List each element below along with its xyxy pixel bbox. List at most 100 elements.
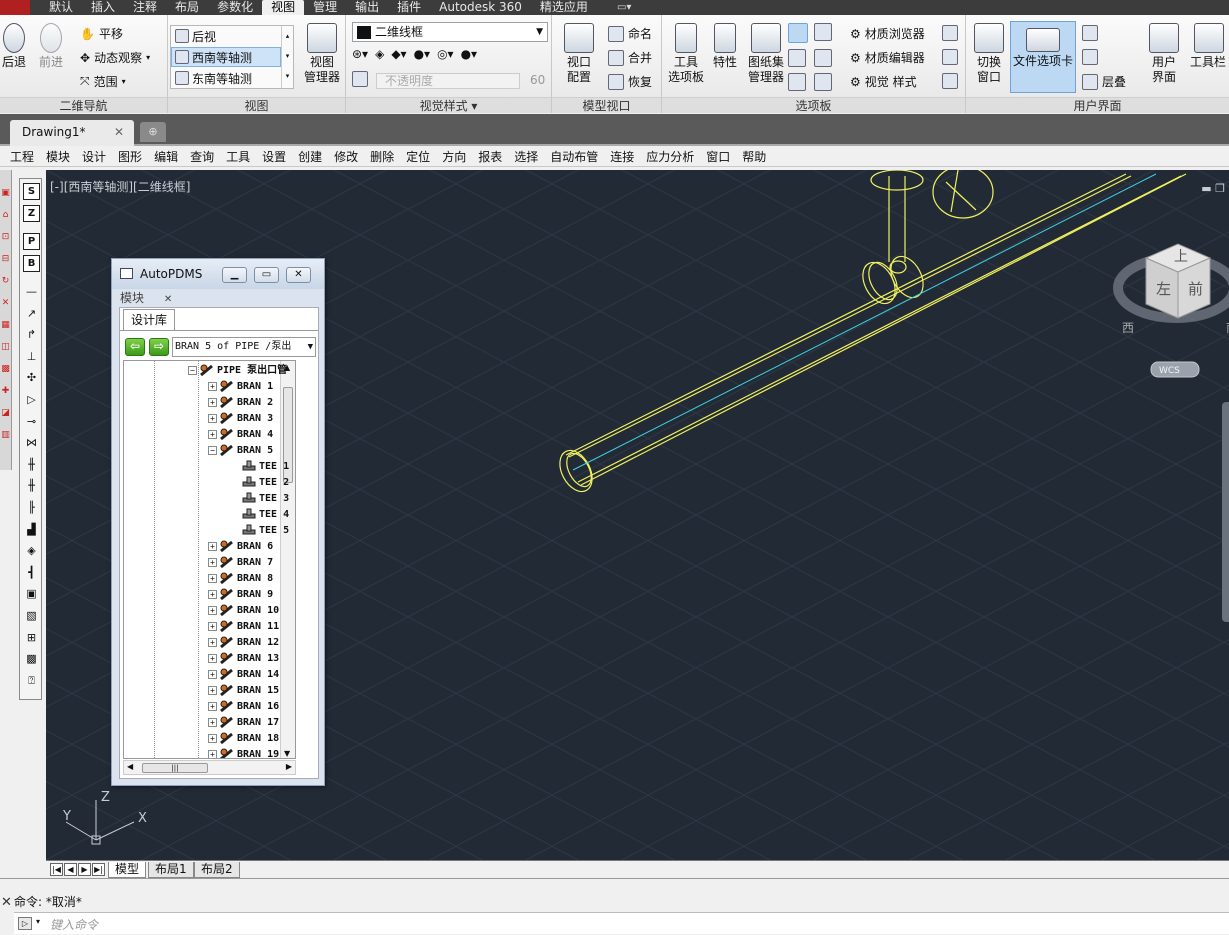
pan-button[interactable]: ✋ 平移 <box>80 25 123 42</box>
pipe-tool-icon[interactable]: ⊞ <box>23 629 40 646</box>
menu-item[interactable]: 定位 <box>400 149 436 166</box>
pipe-tool-icon[interactable]: ┫ <box>23 564 40 581</box>
lighting-icon[interactable]: ●▾ <box>414 47 431 61</box>
forward-button[interactable]: 前进 <box>36 23 66 70</box>
orbit-button[interactable]: ✥ 动态观察 ▾ <box>80 49 150 66</box>
ribbon-tab[interactable]: 插入 <box>82 0 124 15</box>
tree-horizontal-scrollbar[interactable]: ◀ ||| ▶ <box>123 760 296 775</box>
palette-extra-icon-2[interactable] <box>942 49 958 65</box>
expand-icon[interactable]: + <box>208 717 217 727</box>
element-selector[interactable]: BRAN 5 of PIPE /泵出 ▼ <box>172 337 316 357</box>
tree-node[interactable]: + BRAN 1 <box>208 379 273 395</box>
tool-palettes-button[interactable]: 工具 选项板 <box>666 23 706 85</box>
minimize-button[interactable]: ▁ <box>222 267 247 283</box>
menu-item[interactable]: 应力分析 <box>640 149 700 166</box>
tree-node[interactable]: + BRAN 9 <box>208 587 273 603</box>
first-layout-icon[interactable]: |◀ <box>50 863 63 876</box>
back-button[interactable]: 后退 <box>0 23 28 70</box>
menu-item[interactable]: 设置 <box>256 149 292 166</box>
tree-node[interactable]: + BRAN 4 <box>208 427 273 443</box>
menu-item[interactable]: 查询 <box>184 149 220 166</box>
layout-tile-icon-1[interactable] <box>1082 25 1098 41</box>
tree-node[interactable]: TEE 4 <box>242 507 289 523</box>
expand-icon[interactable]: + <box>208 733 217 743</box>
palette-extra-icon-1[interactable] <box>942 25 958 41</box>
palette-icon-6[interactable] <box>814 73 832 91</box>
expand-icon[interactable]: + <box>208 413 217 423</box>
expand-icon[interactable]: + <box>208 541 217 551</box>
menu-item[interactable]: 设计 <box>76 149 112 166</box>
ribbon-tab[interactable]: 参数化 <box>208 0 262 15</box>
menu-item[interactable]: 帮助 <box>736 149 772 166</box>
expand-icon[interactable]: + <box>208 685 217 695</box>
layout-tab-layout2[interactable]: 布局2 <box>194 862 240 878</box>
collapse-icon[interactable]: − <box>208 445 217 455</box>
viewcube-front-label[interactable]: 前 <box>1188 280 1203 298</box>
tree-vertical-scrollbar[interactable]: ▲ ▼ <box>280 361 295 758</box>
menu-item[interactable]: 选择 <box>508 149 544 166</box>
ribbon-tab[interactable]: 插件 <box>388 0 430 15</box>
switch-window-button[interactable]: 切换 窗口 <box>970 23 1008 85</box>
menu-item[interactable]: 工程 <box>4 149 40 166</box>
pipe-tool-icon[interactable]: ↱ <box>23 326 40 343</box>
ribbon-tab[interactable]: 视图 <box>262 0 305 15</box>
pipe-tool-icon[interactable]: — <box>23 283 40 300</box>
ribbon-options-icon[interactable]: ▭▾ <box>617 2 631 13</box>
sheet-set-manager-button[interactable]: 图纸集 管理器 <box>744 23 788 85</box>
expand-icon[interactable]: + <box>208 621 217 631</box>
material-sphere-icon[interactable]: ●▾ <box>461 47 478 61</box>
menu-item[interactable]: 删除 <box>364 149 400 166</box>
tree-node[interactable]: TEE 3 <box>242 491 289 507</box>
layout-tab-layout1[interactable]: 布局1 <box>148 862 194 878</box>
tree-node[interactable]: + BRAN 12 <box>208 635 279 651</box>
expand-icon[interactable]: + <box>208 749 217 758</box>
toolbars-button[interactable]: 工具栏 <box>1190 23 1229 70</box>
tree-node[interactable]: + BRAN 3 <box>208 411 273 427</box>
pipe-tool-icon[interactable]: ▟ <box>23 521 40 538</box>
tree-node[interactable]: + BRAN 17 <box>208 715 279 731</box>
visual-styles-manager-button[interactable]: ⚙ 视觉 样式 <box>850 73 917 90</box>
pipe-tool-icon[interactable]: ⊥ <box>23 348 40 365</box>
menu-item[interactable]: 编辑 <box>148 149 184 166</box>
view-manager-button[interactable]: 视图 管理器 <box>300 23 344 85</box>
collapse-icon[interactable]: − <box>188 365 197 375</box>
tree-node[interactable]: − PIPE 泵出口管 <box>188 363 287 379</box>
ribbon-tab[interactable]: 精选应用 <box>531 0 597 15</box>
expand-icon[interactable]: + <box>208 589 217 599</box>
layout-tile-icon-2[interactable] <box>1082 49 1098 65</box>
join-viewports-button[interactable]: 合并 <box>608 49 652 66</box>
palette-icon-1[interactable] <box>788 23 808 43</box>
expand-icon[interactable]: + <box>208 669 217 679</box>
layout-tab-model[interactable]: 模型 <box>108 862 147 878</box>
pipe-tool-icon[interactable]: ⍰ <box>23 672 40 689</box>
maximize-button[interactable]: ▭ <box>254 267 279 283</box>
ribbon-tab[interactable]: 布局 <box>166 0 208 15</box>
tree-node[interactable]: + BRAN 14 <box>208 667 279 683</box>
pipe-tool-icon[interactable]: ▣ <box>23 585 40 602</box>
tree-node[interactable]: + BRAN 6 <box>208 539 273 555</box>
tree-node[interactable]: + BRAN 10 <box>208 603 279 619</box>
next-layout-icon[interactable]: ▶ <box>78 863 91 876</box>
ribbon-tab[interactable]: Autodesk 360 <box>430 0 531 15</box>
command-input[interactable]: ▷ ▾ 键入命令 <box>14 912 1229 934</box>
palette-icon-5[interactable] <box>788 73 806 91</box>
materials-browser-button[interactable]: ⚙ 材质浏览器 <box>850 25 925 42</box>
view-item-back[interactable]: 后视 <box>171 26 281 46</box>
tree-node[interactable]: + BRAN 7 <box>208 555 273 571</box>
last-layout-icon[interactable]: ▶| <box>92 863 105 876</box>
palette-extra-icon-3[interactable] <box>942 73 958 89</box>
view-item-sw-iso[interactable]: 西南等轴测 <box>171 47 281 67</box>
scroll-right-icon[interactable]: ▶ <box>286 762 292 771</box>
tool-s[interactable]: S <box>23 183 40 200</box>
app-logo[interactable] <box>0 0 30 15</box>
tree-node[interactable]: + BRAN 8 <box>208 571 273 587</box>
edge-style-icon[interactable]: ⊛▾ <box>352 47 368 61</box>
tab-design-library[interactable]: 设计库 <box>123 309 175 331</box>
expand-icon[interactable]: + <box>208 573 217 583</box>
extents-button[interactable]: ⤧ 范围 ▾ <box>80 73 126 90</box>
materials-editor-button[interactable]: ⚙ 材质编辑器 <box>850 49 925 66</box>
scroll-left-icon[interactable]: ◀ <box>127 762 133 771</box>
document-tab[interactable]: Drawing1* ✕ <box>10 120 134 146</box>
menu-item[interactable]: 创建 <box>292 149 328 166</box>
prev-layout-icon[interactable]: ◀ <box>64 863 77 876</box>
